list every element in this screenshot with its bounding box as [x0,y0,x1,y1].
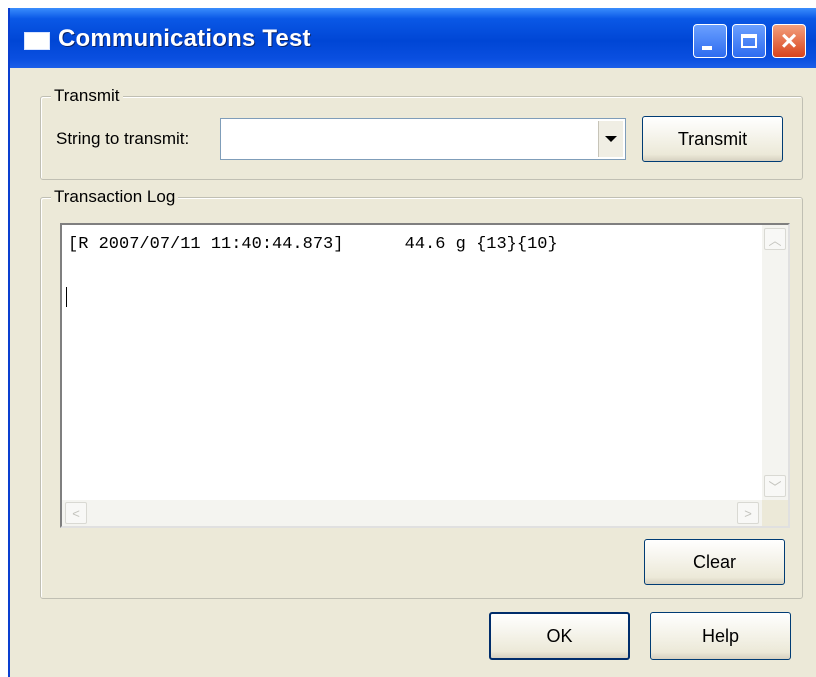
transaction-log-legend: Transaction Log [51,187,179,207]
log-entry: [R 2007/07/11 11:40:44.873] 44.6 g {13}{… [68,235,558,254]
transaction-log-textarea[interactable]: [R 2007/07/11 11:40:44.873] 44.6 g {13}{… [60,223,790,528]
chevron-down-icon [605,136,617,142]
transmit-button[interactable]: Transmit [642,116,783,162]
text-caret [66,287,67,307]
scroll-left-button[interactable]: < [65,502,87,524]
string-to-transmit-combobox[interactable] [220,118,626,160]
transmit-group-legend: Transmit [51,86,123,106]
scrollbar-corner [762,500,788,526]
clear-button[interactable]: Clear [644,539,785,585]
communications-test-dialog: Communications Test × Transmit String to… [8,8,816,677]
window-title: Communications Test [58,25,311,52]
combobox-dropdown-button[interactable] [598,121,623,157]
scroll-right-button[interactable]: > [737,502,759,524]
vertical-scrollbar[interactable]: ︿ ﹀ [762,225,788,502]
maximize-icon [741,34,757,48]
window-icon [24,32,50,50]
scroll-down-button[interactable]: ﹀ [764,475,786,497]
string-to-transmit-input[interactable] [221,119,593,157]
close-button[interactable]: × [772,24,806,58]
help-button[interactable]: Help [650,612,791,660]
title-bar[interactable]: Communications Test × [10,8,816,68]
horizontal-scrollbar[interactable]: < > [62,500,762,526]
minimize-icon [702,46,712,50]
maximize-button[interactable] [732,24,766,58]
close-icon: × [780,25,798,56]
scroll-up-button[interactable]: ︿ [764,228,786,250]
ok-button[interactable]: OK [489,612,630,660]
minimize-button[interactable] [693,24,727,58]
string-to-transmit-label: String to transmit: [56,129,190,148]
